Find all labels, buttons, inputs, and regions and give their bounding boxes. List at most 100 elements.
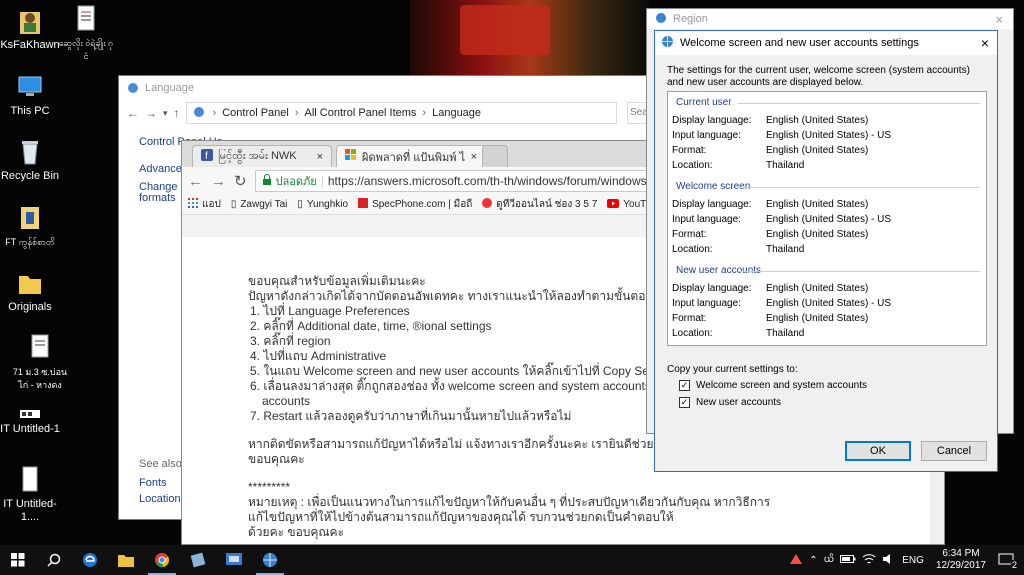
bookmark-label: Zawgyi Tai: [240, 199, 288, 210]
chevron-up-icon[interactable]: ⌃: [809, 555, 817, 566]
desktop-icon-document[interactable]: ဆွေလိုး ဝဲရဲ့ချိုး ဂု ငံ: [56, 4, 116, 63]
search-button[interactable]: [36, 545, 72, 575]
specphone-icon: [358, 198, 369, 211]
region-globe-icon[interactable]: [252, 545, 288, 575]
dialog-titlebar[interactable]: Welcome screen and new user accounts set…: [655, 31, 997, 55]
sidebar-fonts[interactable]: Fonts: [139, 476, 167, 490]
section-heading: Current user: [668, 97, 986, 108]
bookmark-tv[interactable]: ดูทีวีออนไลน์ ช่อง 3 5 7: [482, 197, 597, 212]
svg-text:f: f: [205, 151, 208, 161]
new-tab-button[interactable]: [482, 145, 508, 167]
settings-row: Format: English (United States): [668, 227, 986, 242]
dialog-title: Welcome screen and new user accounts set…: [680, 37, 919, 49]
setting-value: Thailand: [766, 328, 805, 339]
clock-time: 6:34 PM: [942, 548, 980, 559]
settings-row: Format: English (United States): [668, 143, 986, 158]
control-panel-icon: [127, 82, 139, 94]
breadcrumb-language[interactable]: Language: [432, 107, 481, 119]
clock[interactable]: 6:34 PM 12/29/2017: [936, 548, 986, 572]
sidebar-formats[interactable]: formats: [139, 191, 176, 205]
article-note: ด้วยคะ ขอบคุณคะ: [248, 525, 345, 539]
battery-icon[interactable]: [840, 554, 856, 567]
desktop-icon-label: KsFaKhawn: [0, 39, 60, 51]
sidebar-location[interactable]: Location: [139, 492, 181, 506]
setting-key: Display language:: [672, 199, 752, 210]
browser-tab-facebook[interactable]: f မြင့်ထွီး အမ်း NWK ×: [192, 145, 332, 167]
volume-icon[interactable]: [882, 553, 896, 568]
network-icon[interactable]: [789, 553, 803, 568]
desktop-icon-originals[interactable]: Originals: [0, 268, 60, 314]
bookmark-specphone[interactable]: SpecPhone.com | มือถื: [358, 197, 472, 212]
close-icon[interactable]: ×: [981, 35, 989, 51]
recycle-bin-icon: [16, 137, 44, 167]
copy-settings-label: Copy your current settings to:: [667, 364, 798, 375]
window-title: Language: [145, 82, 194, 94]
forward-arrow-icon[interactable]: →: [211, 173, 226, 190]
close-icon[interactable]: ×: [317, 151, 323, 163]
cancel-button[interactable]: Cancel: [921, 441, 987, 461]
desktop-icon-ksfakhawn[interactable]: KsFaKhawn: [0, 6, 60, 52]
checkmark-icon: ✓: [679, 380, 690, 391]
user-folder-icon: [16, 6, 44, 36]
section-heading: Welcome screen: [668, 181, 986, 192]
language-titlebar[interactable]: Language: [119, 76, 657, 100]
secure-label: ปลอดภัย: [275, 176, 317, 188]
app-icon[interactable]: [180, 545, 216, 575]
close-icon[interactable]: ×: [471, 151, 477, 163]
tv-icon: [482, 198, 493, 211]
navigation-bar: ← → ▾ ↑ › Control Panel › All Control Pa…: [119, 100, 657, 126]
desktop-icon-label: FT ကွန်စ်စာတိ: [5, 237, 55, 247]
document-icon: [72, 4, 100, 34]
new-user-accounts-checkbox[interactable]: ✓ New user accounts: [679, 397, 781, 408]
youtube-icon: [607, 198, 620, 211]
chevron-down-icon[interactable]: ▾: [163, 108, 168, 119]
bookmark-yunghkio[interactable]: ▯ Yunghkio: [297, 199, 348, 210]
file-explorer-icon[interactable]: [108, 545, 144, 575]
desktop-icon-thai-doc[interactable]: 71 ม.3 ซ.บ่อน ไก่ - หางดง: [10, 333, 70, 392]
globe-icon: [661, 35, 674, 51]
ok-button[interactable]: OK: [845, 441, 911, 461]
desktop-icon-recycle-bin[interactable]: Recycle Bin: [0, 137, 60, 183]
apps-grid-icon: [188, 198, 198, 211]
forward-arrow-icon[interactable]: →: [145, 106, 157, 120]
up-arrow-icon[interactable]: ↑: [174, 106, 180, 120]
desktop-icon-this-pc[interactable]: This PC: [0, 72, 60, 118]
control-panel-icon[interactable]: [216, 545, 252, 575]
keyboard-layout[interactable]: ᨿᩦ: [824, 552, 835, 568]
desktop-icon-label: This PC: [10, 105, 50, 117]
tab-title: ผิดพลาดที่ แป้นพิมพ์ ไอคัคภาษ: [362, 151, 466, 164]
address-bar[interactable]: › Control Panel › All Control Panel Item…: [185, 102, 617, 124]
computer-icon: [16, 72, 44, 102]
chrome-icon[interactable]: [144, 545, 180, 575]
bookmark-label: Yunghkio: [306, 199, 349, 210]
breadcrumb-all-items[interactable]: All Control Panel Items: [305, 107, 417, 119]
checkbox-label: New user accounts: [696, 397, 782, 408]
article-note: หมายเหตุ : เพื่อเป็นแนวทางในการแก้ไขปัญห…: [248, 495, 771, 509]
action-center-button[interactable]: 2: [992, 550, 1020, 570]
desktop-icon-ft-folder[interactable]: FT ကွန်စ်စာတိ: [0, 203, 60, 249]
desktop-icon-it-untitled[interactable]: IT Untitled-1: [0, 408, 60, 436]
welcome-screen-checkbox[interactable]: ✓ Welcome screen and system accounts: [679, 380, 867, 391]
language-indicator[interactable]: ENG: [902, 555, 924, 566]
setting-key: Display language:: [672, 283, 752, 294]
bookmark-zawgyi[interactable]: ▯ Zawgyi Tai: [231, 199, 288, 210]
window-title: Region: [673, 13, 708, 25]
settings-row: Location: Thailand: [668, 326, 986, 341]
start-button[interactable]: [0, 545, 36, 575]
wifi-icon[interactable]: [862, 553, 876, 568]
close-icon[interactable]: ×: [995, 12, 1003, 27]
browser-tab-microsoft[interactable]: ผิดพลาดที่ แป้นพิมพ์ ไอคัคภาษ ×: [336, 145, 486, 167]
edge-icon[interactable]: [72, 545, 108, 575]
back-arrow-icon[interactable]: ←: [188, 173, 203, 190]
region-titlebar[interactable]: Region ×: [647, 9, 1013, 29]
setting-key: Display language:: [672, 115, 752, 126]
bookmark-label: แอป: [202, 199, 221, 210]
reload-icon[interactable]: ↻: [234, 172, 247, 190]
bookmark-label: SpecPhone.com | มือถื: [372, 199, 473, 210]
breadcrumb-control-panel[interactable]: Control Panel: [222, 107, 289, 119]
bookmark-apps[interactable]: แอป: [188, 197, 221, 212]
notification-count: 2: [1010, 560, 1018, 570]
desktop-icon-it-untitled-2[interactable]: IT Untitled-1....: [0, 465, 60, 524]
setting-key: Location:: [672, 160, 713, 171]
back-arrow-icon[interactable]: ←: [127, 106, 139, 120]
